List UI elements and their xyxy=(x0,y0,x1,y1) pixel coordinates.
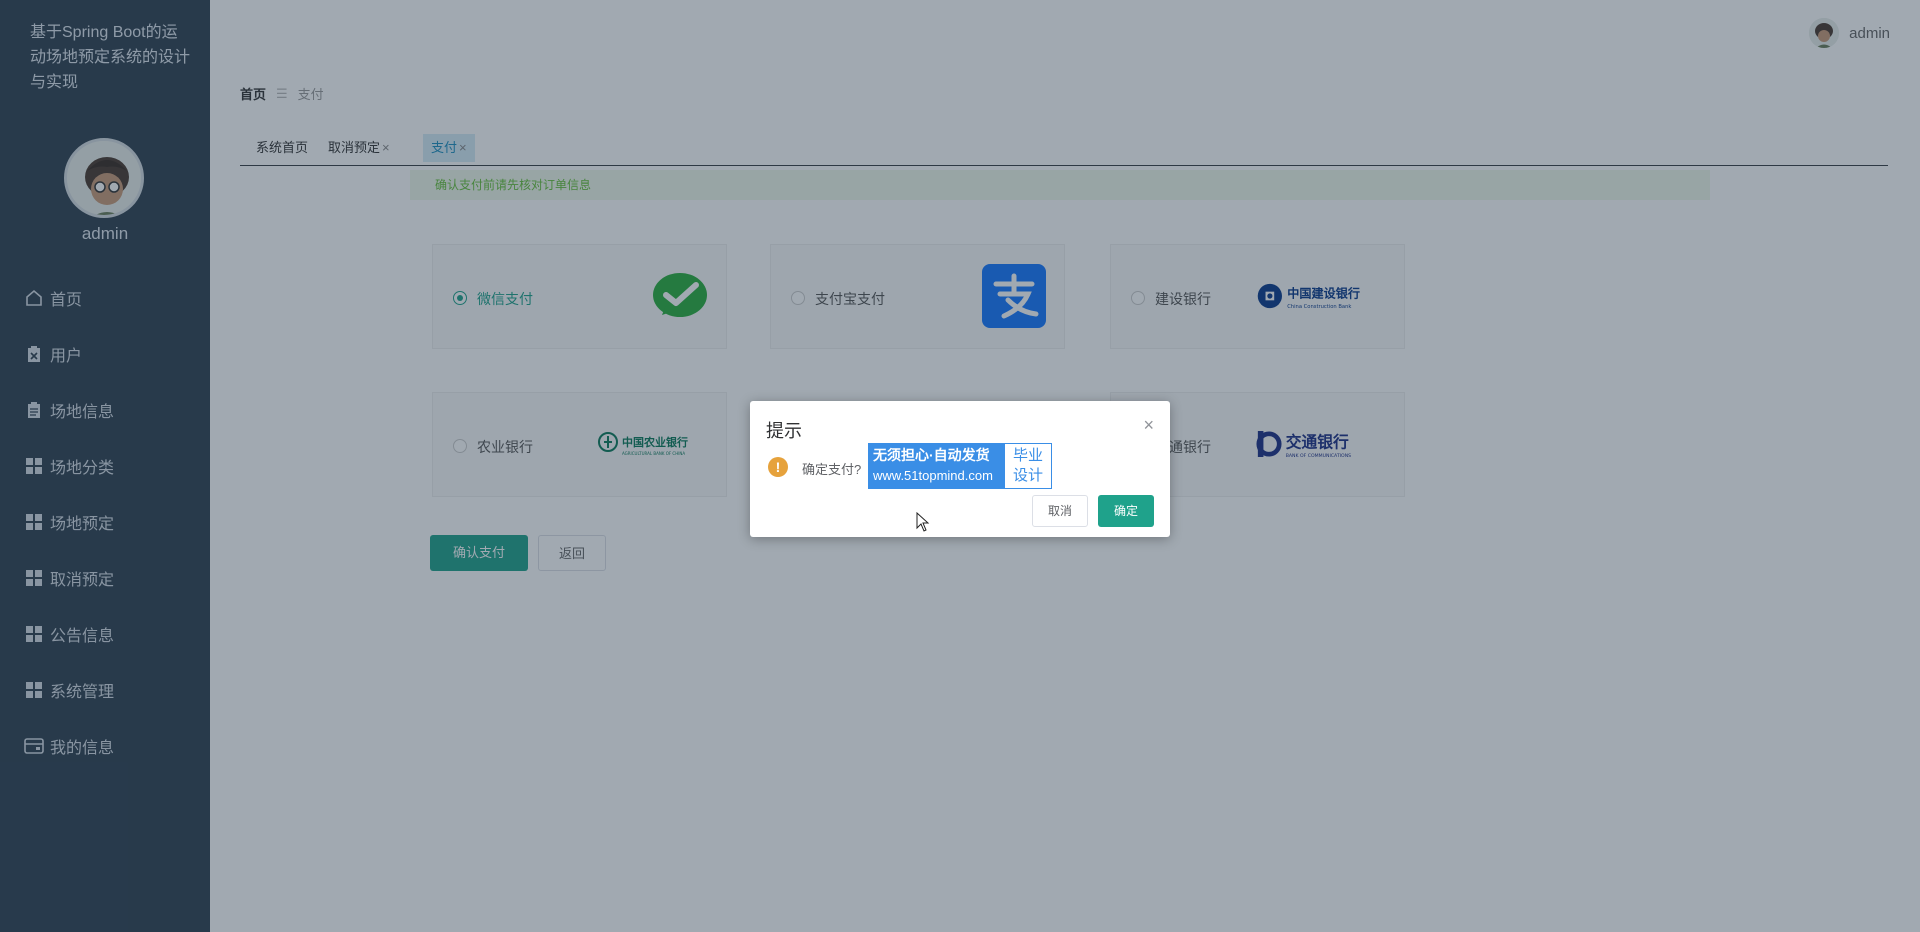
dialog-message: 确定支付? xyxy=(802,462,862,477)
watermark-line1: 无须担心·自动发货 xyxy=(873,447,990,463)
watermark-badge: 无须担心·自动发货 www.51topmind.com 毕业 设计 xyxy=(868,443,1052,489)
watermark-right: 毕业 设计 xyxy=(1005,444,1051,488)
dialog-ok-button[interactable]: 确定 xyxy=(1098,495,1154,527)
mouse-cursor-icon xyxy=(916,512,930,532)
watermark-line2: www.51topmind.com xyxy=(873,468,993,483)
confirm-dialog: 提示 × ! 确定支付? 无须担心·自动发货 www.51topmind.com… xyxy=(750,401,1170,537)
dialog-title: 提示 xyxy=(766,421,802,441)
watermark-right-line1: 毕业 xyxy=(1012,447,1043,464)
watermark-left: 无须担心·自动发货 www.51topmind.com xyxy=(869,444,1005,488)
close-icon[interactable]: × xyxy=(1143,415,1154,436)
watermark-right-line2: 设计 xyxy=(1012,467,1043,484)
dialog-cancel-button[interactable]: 取消 xyxy=(1032,495,1088,527)
warning-icon: ! xyxy=(768,457,788,477)
